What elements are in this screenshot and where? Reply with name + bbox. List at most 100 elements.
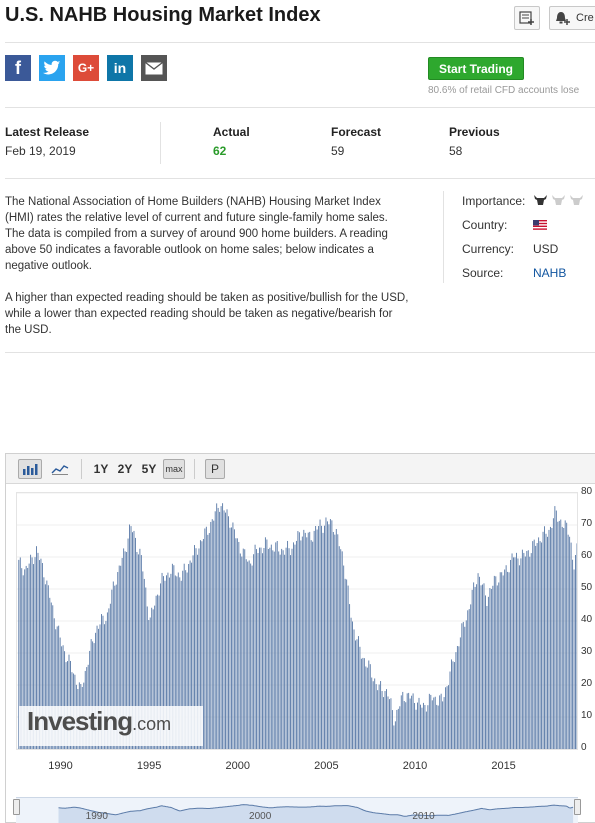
bell-plus-icon xyxy=(556,12,570,25)
x-tick-label: 1995 xyxy=(136,760,162,772)
chart-bar xyxy=(334,534,336,749)
googleplus-icon: G+ xyxy=(77,61,95,75)
chart-toolbar: 1Y 2Y 5Y max P xyxy=(6,454,595,484)
chart-bar xyxy=(396,709,398,749)
chart-bar xyxy=(393,725,395,749)
divider xyxy=(81,459,82,479)
chart-bar xyxy=(285,547,287,749)
chart-bar xyxy=(470,604,472,749)
chart-bar xyxy=(245,559,247,749)
description-paragraph: The National Association of Home Builder… xyxy=(5,196,388,272)
chart-bar xyxy=(278,551,280,749)
y-tick-label: 30 xyxy=(581,646,593,657)
chart-bar xyxy=(453,662,455,749)
chart-bar xyxy=(368,660,370,749)
chart-bar xyxy=(499,572,501,749)
facebook-icon: f xyxy=(15,57,21,78)
create-alert-label: Cre xyxy=(576,12,594,24)
email-share-button[interactable]: ✉ xyxy=(141,55,167,81)
chart-bar xyxy=(402,691,404,749)
chart-bar xyxy=(301,536,303,749)
chart-bar xyxy=(533,539,535,749)
chart-bar xyxy=(440,693,442,749)
chart-bar xyxy=(504,569,506,749)
chart-bar xyxy=(400,695,402,749)
navigator-right-handle[interactable] xyxy=(574,799,581,815)
previous-label: Previous xyxy=(449,125,500,139)
chart-bar xyxy=(467,610,469,749)
chart-bar xyxy=(437,705,439,749)
chart-bar xyxy=(384,691,386,749)
linkedin-share-button[interactable]: in xyxy=(107,55,133,81)
chart-bar xyxy=(295,540,297,749)
navigator-left-handle[interactable] xyxy=(13,799,20,815)
chart-bar xyxy=(530,553,532,749)
x-tick-label: 2005 xyxy=(314,760,339,772)
chart-bar xyxy=(387,696,389,749)
chart-bar xyxy=(445,687,447,749)
chart-bar xyxy=(307,532,309,749)
chart-bar xyxy=(312,541,314,749)
chart-bar xyxy=(430,694,432,749)
create-alert-button[interactable]: Cre xyxy=(549,6,595,30)
chart-bar xyxy=(236,538,238,749)
chart-bar xyxy=(256,549,258,749)
previous-value: 58 xyxy=(449,144,463,158)
chart-bar xyxy=(397,708,399,749)
start-trading-button[interactable]: Start Trading xyxy=(428,57,524,80)
chart-bar xyxy=(247,561,249,749)
chart-bar xyxy=(406,693,408,749)
chart-bar xyxy=(294,544,296,749)
watermark-suffix: .com xyxy=(132,714,172,734)
investing-watermark: Investing .com xyxy=(19,706,203,746)
actual-value: 62 xyxy=(213,144,227,158)
chart-bar xyxy=(326,521,328,749)
chart-bar xyxy=(356,639,358,749)
y-tick-label: 0 xyxy=(581,742,587,753)
x-tick-label: 1990 xyxy=(48,760,73,772)
chart-bar xyxy=(363,658,365,749)
print-button[interactable]: P xyxy=(205,459,225,479)
chart-bar xyxy=(349,604,351,749)
add-to-portfolio-button[interactable] xyxy=(514,6,540,30)
twitter-share-button[interactable]: t xyxy=(39,55,65,81)
chart-bar xyxy=(273,551,275,749)
chart-bar xyxy=(448,685,449,749)
facebook-share-button[interactable]: f xyxy=(5,55,31,81)
bar-chart-button[interactable] xyxy=(18,459,42,479)
source-link[interactable]: NAHB xyxy=(533,266,566,280)
divider xyxy=(5,352,595,353)
country-label: Country: xyxy=(462,218,508,232)
chart-bar xyxy=(371,677,373,749)
chart-bar xyxy=(547,536,548,749)
chart-bar xyxy=(321,525,322,749)
y-tick-label: 20 xyxy=(581,678,593,689)
googleplus-share-button[interactable]: G+ xyxy=(73,55,99,81)
range-max-button[interactable]: max xyxy=(163,459,185,479)
chart-bar xyxy=(287,540,289,749)
chart-bar xyxy=(375,684,377,749)
chart-bar xyxy=(244,549,246,749)
chart-bar xyxy=(567,534,569,749)
chart-bar xyxy=(418,697,420,749)
chart-bar xyxy=(532,541,534,749)
range-1y-button[interactable]: 1Y xyxy=(90,459,112,479)
chart-bar xyxy=(431,700,433,749)
line-chart-button[interactable] xyxy=(48,459,72,479)
range-2y-button[interactable]: 2Y xyxy=(114,459,136,479)
chart-bar xyxy=(262,553,263,749)
chart-bar xyxy=(225,512,226,749)
portfolio-add-icon xyxy=(519,11,534,25)
chart-bar xyxy=(259,547,260,749)
description-paragraph: A higher than expected reading should be… xyxy=(5,292,409,336)
range-5y-button[interactable]: 5Y xyxy=(138,459,160,479)
chart-bar xyxy=(487,596,489,749)
chart-bar xyxy=(226,509,228,749)
chart-bar xyxy=(316,529,318,749)
chart-bar xyxy=(284,554,286,749)
chart-bar xyxy=(350,617,352,749)
divider xyxy=(5,107,595,108)
chart-bar xyxy=(267,549,269,749)
chart-bar xyxy=(524,556,526,749)
bull-icon xyxy=(570,195,583,205)
